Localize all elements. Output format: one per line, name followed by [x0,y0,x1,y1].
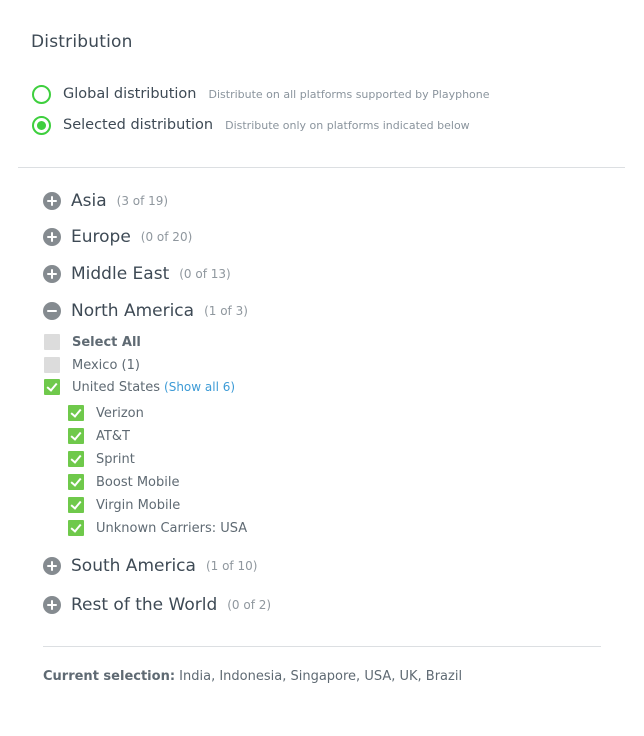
expand-plus-icon[interactable] [43,557,61,575]
carrier-row[interactable]: Boost Mobile [68,472,179,492]
select-all-label: Select All [72,334,141,350]
carrier-row[interactable]: Verizon [68,403,144,423]
select-all-checkbox[interactable] [44,334,60,350]
country-label: United States [72,379,161,395]
carrier-checkbox[interactable] [68,405,84,421]
carrier-checkbox[interactable] [68,520,84,536]
carrier-label: Unknown Carriers: USA [96,520,248,536]
carrier-row[interactable]: Unknown Carriers: USA [68,518,247,538]
global-distribution-radio[interactable] [32,84,51,104]
country-label: Mexico (1) [72,357,140,373]
region-name: Rest of the World [71,595,218,615]
region-rest-of-world[interactable]: Rest of the World (0 of 2) [43,593,271,617]
current-selection: Current selection: India, Indonesia, Sin… [43,669,462,684]
region-name: Middle East [71,264,170,284]
region-south-america[interactable]: South America (1 of 10) [43,554,257,578]
carrier-checkbox[interactable] [68,428,84,444]
region-middle-east[interactable]: Middle East (0 of 13) [43,262,231,286]
expand-plus-icon[interactable] [43,228,61,246]
select-all-row[interactable]: Select All [44,332,141,352]
expand-plus-icon[interactable] [43,265,61,283]
selected-distribution-description: Distribute only on platforms indicated b… [225,118,470,132]
selected-distribution-option[interactable]: Selected distribution Distribute only on… [32,114,470,136]
carrier-row[interactable]: Virgin Mobile [68,495,180,515]
region-count: (3 of 19) [116,194,169,208]
carrier-checkbox[interactable] [68,451,84,467]
show-all-link[interactable]: (Show all 6) [164,380,235,394]
region-name: Asia [71,191,107,211]
selected-distribution-label: Selected distribution [63,117,214,133]
bottom-divider [43,646,601,647]
section-title: Distribution [31,32,133,52]
region-count: (0 of 20) [140,230,193,244]
region-count: (1 of 3) [204,304,248,318]
region-name: South America [71,556,196,576]
region-europe[interactable]: Europe (0 of 20) [43,225,192,249]
carrier-row[interactable]: AT&T [68,426,130,446]
carrier-label: AT&T [96,428,130,444]
country-row-mexico[interactable]: Mexico (1) [44,355,140,375]
region-count: (0 of 2) [227,598,272,612]
carrier-label: Boost Mobile [96,474,180,490]
region-name: Europe [71,227,131,247]
expand-plus-icon[interactable] [43,192,61,210]
selected-distribution-radio[interactable] [32,115,51,135]
collapse-minus-icon[interactable] [43,302,61,320]
carrier-label: Sprint [96,451,135,467]
carrier-checkbox[interactable] [68,474,84,490]
global-distribution-option[interactable]: Global distribution Distribute on all pl… [32,83,490,105]
region-count: (0 of 13) [179,267,231,281]
top-divider [18,167,625,168]
carrier-label: Verizon [96,405,144,421]
global-distribution-description: Distribute on all platforms supported by… [208,87,490,101]
country-checkbox[interactable] [44,379,60,395]
global-distribution-label: Global distribution [63,86,197,102]
current-selection-label: Current selection: [43,669,176,684]
carrier-row[interactable]: Sprint [68,449,135,469]
carrier-checkbox[interactable] [68,497,84,513]
region-name: North America [71,301,195,321]
country-row-united-states[interactable]: United States (Show all 6) [44,377,235,397]
region-count: (1 of 10) [205,559,258,573]
region-asia[interactable]: Asia (3 of 19) [43,189,168,213]
carrier-label: Virgin Mobile [96,497,181,513]
country-checkbox[interactable] [44,357,60,373]
current-selection-value: India, Indonesia, Singapore, USA, UK, Br… [179,669,463,684]
region-north-america[interactable]: North America (1 of 3) [43,299,248,323]
expand-plus-icon[interactable] [43,596,61,614]
